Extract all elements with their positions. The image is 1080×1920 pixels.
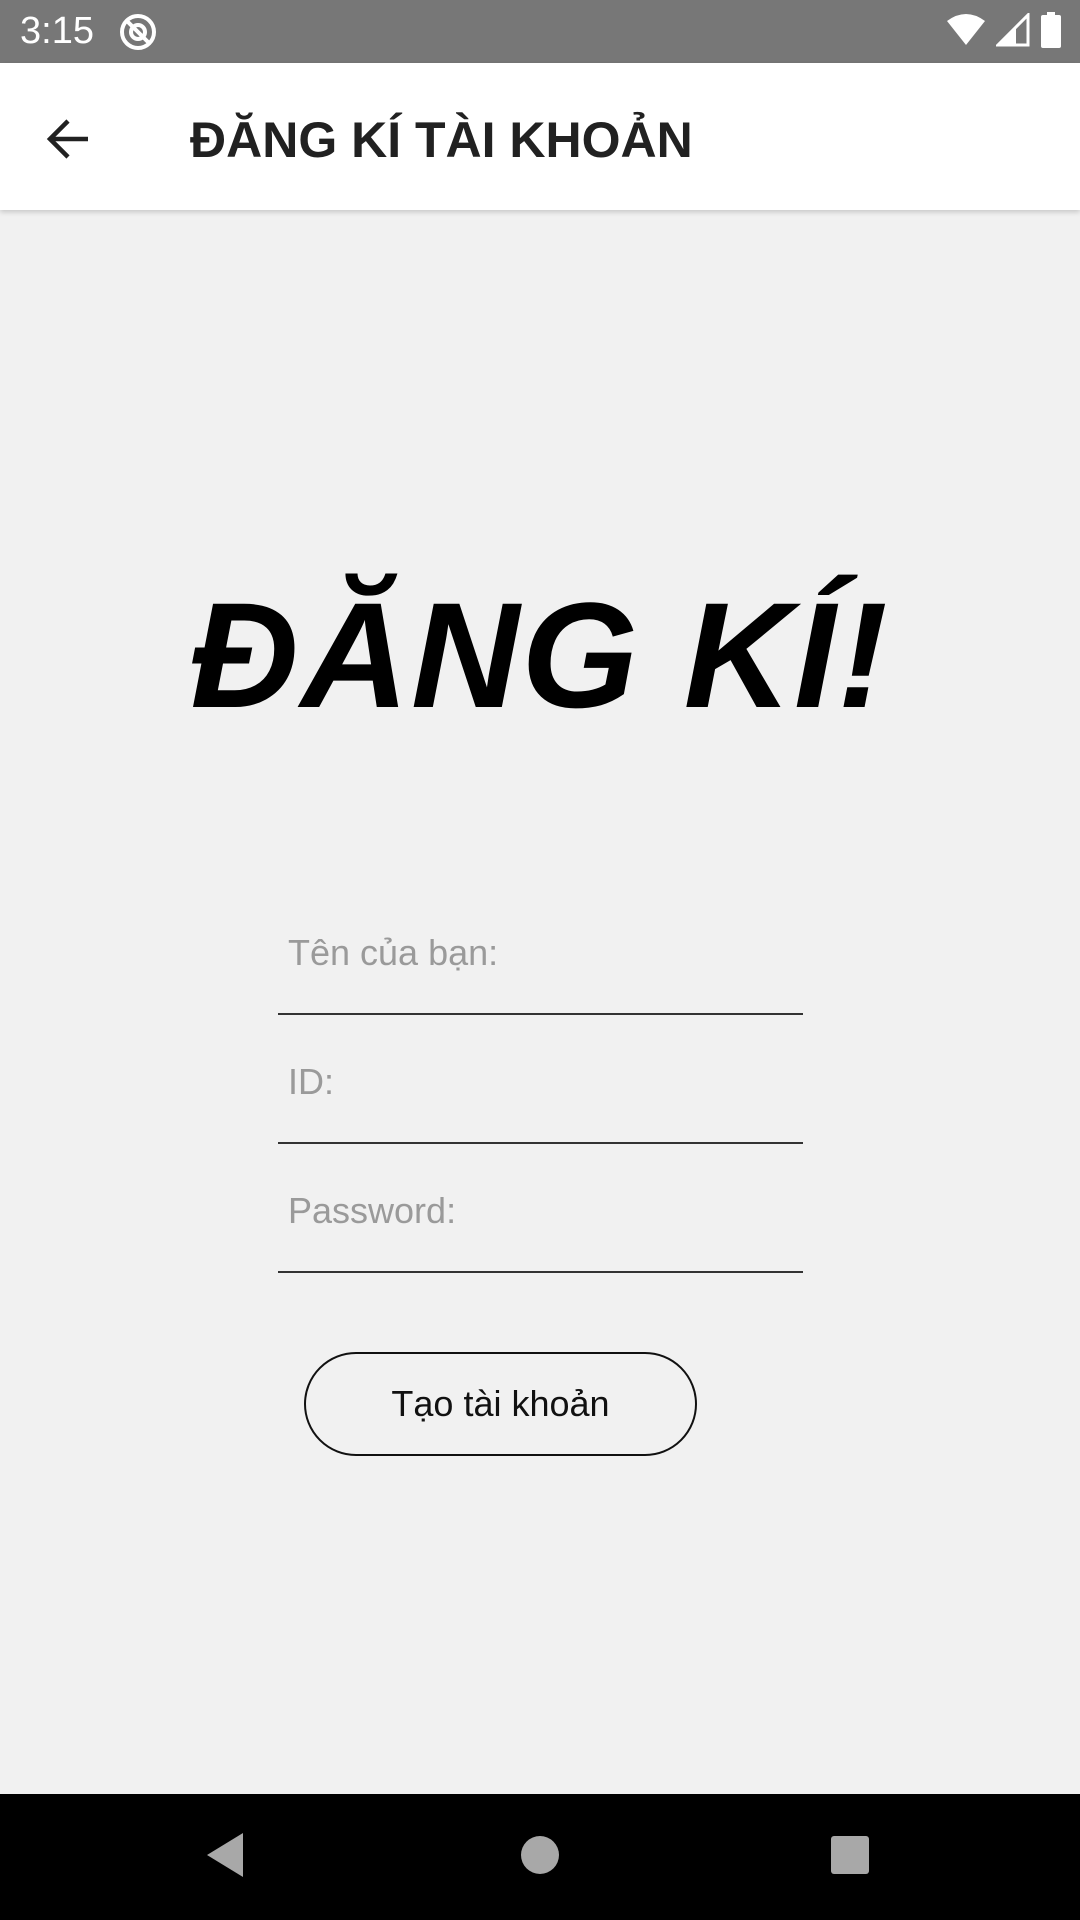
create-account-button[interactable]: Tạo tài khoản <box>304 1352 697 1456</box>
status-bar: 3:15 <box>0 0 1080 63</box>
name-input[interactable] <box>288 931 788 975</box>
arrow-back-icon <box>44 115 92 168</box>
system-nav-bar <box>0 1794 1080 1920</box>
nav-recents-icon <box>829 1834 871 1881</box>
back-button[interactable] <box>30 103 106 179</box>
create-account-label: Tạo tài khoản <box>391 1383 610 1424</box>
wifi-icon <box>946 13 986 52</box>
nav-home-icon <box>518 1833 562 1882</box>
name-field <box>278 905 803 1015</box>
nav-recents-button[interactable] <box>815 1822 885 1892</box>
status-time: 3:15 <box>20 10 94 52</box>
password-input[interactable] <box>288 1189 788 1233</box>
nav-back-icon <box>203 1831 247 1884</box>
password-field <box>278 1163 803 1273</box>
battery-icon <box>1040 11 1062 53</box>
status-icons <box>946 10 1062 53</box>
notification-icon <box>118 12 158 52</box>
signal-icon <box>994 10 1030 52</box>
nav-home-button[interactable] <box>505 1822 575 1892</box>
id-field <box>278 1034 803 1144</box>
id-input[interactable] <box>288 1060 788 1104</box>
register-heading: ĐĂNG KÍ! <box>190 571 890 739</box>
page-title: ĐĂNG KÍ TÀI KHOẢN <box>190 112 693 168</box>
nav-back-button[interactable] <box>190 1822 260 1892</box>
app-bar: ĐĂNG KÍ TÀI KHOẢN <box>0 63 1080 210</box>
register-screen: 3:15 ĐĂNG KÍ TÀI KHOẢN ĐĂNG KÍ! Tên của … <box>0 0 1080 1920</box>
